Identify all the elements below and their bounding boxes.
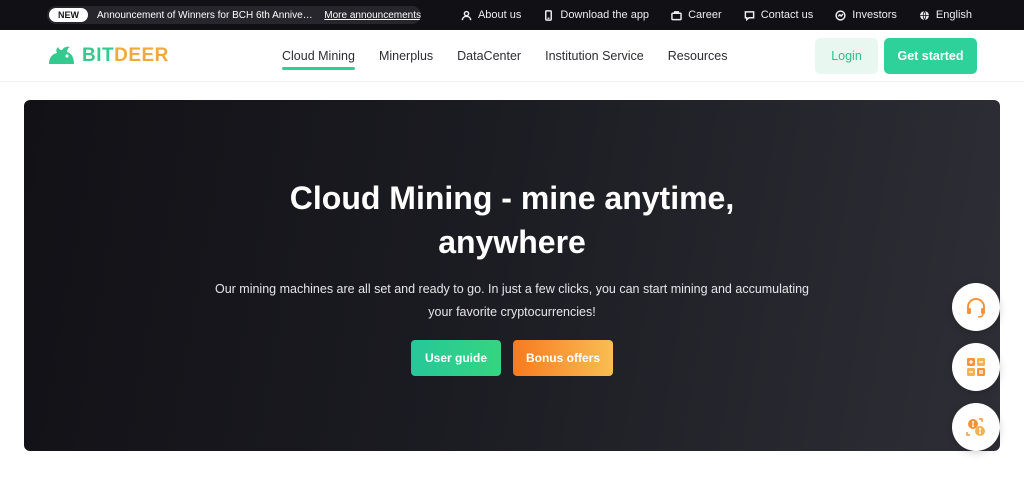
download-app-label: Download the app [560, 9, 650, 21]
login-button[interactable]: Login [815, 38, 878, 74]
announcement-text[interactable]: Announcement of Winners for BCH 6th Anni… [97, 10, 315, 21]
nav-institution-service[interactable]: Institution Service [545, 30, 644, 82]
exchange-float-button[interactable] [952, 403, 1000, 451]
exchange-icon [966, 418, 985, 436]
hero-banner: Cloud Mining - mine anytime, anywhere Ou… [24, 100, 1000, 451]
calculator-float-button[interactable] [952, 343, 1000, 391]
bonus-offers-button[interactable]: Bonus offers [513, 340, 613, 376]
investor-icon [835, 9, 846, 21]
career-link[interactable]: Career [671, 9, 722, 21]
get-started-button[interactable]: Get started [884, 38, 977, 74]
user-icon [461, 10, 472, 20]
download-app-link[interactable]: Download the app [543, 9, 649, 21]
logo-text-deer: DEER [114, 45, 169, 66]
main-menu: Cloud Mining Minerplus DataCenter Instit… [282, 30, 728, 82]
hero-title: Cloud Mining - mine anytime, anywhere [289, 180, 735, 260]
calculator-icon [967, 358, 985, 376]
top-announcement-bar: NEW Announcement of Winners for BCH 6th … [0, 0, 1024, 30]
nav-cloud-mining[interactable]: Cloud Mining [282, 30, 355, 82]
briefcase-icon [671, 10, 682, 20]
phone-icon [545, 9, 553, 21]
about-us-link[interactable]: About us [461, 9, 521, 21]
career-label: Career [688, 9, 722, 21]
announcement-ticker[interactable]: NEW Announcement of Winners for BCH 6th … [47, 6, 421, 24]
top-links: About us Download the app Career Contact… [461, 0, 972, 30]
chat-icon [744, 10, 755, 21]
about-us-label: About us [477, 9, 522, 21]
deer-logo-icon [49, 46, 74, 64]
new-badge: NEW [49, 8, 88, 22]
headset-icon [967, 298, 985, 318]
support-float-button[interactable] [952, 283, 1000, 331]
nav-resources[interactable]: Resources [668, 30, 728, 82]
investors-link[interactable]: Investors [835, 9, 897, 21]
language-label: English [935, 9, 972, 21]
logo-text-bit: BIT [82, 45, 115, 66]
bitdeer-logo[interactable]: BITDEER [46, 44, 169, 68]
nav-minerplus[interactable]: Minerplus [379, 30, 433, 82]
user-guide-button[interactable]: User guide [411, 340, 501, 376]
contact-us-label: Contact us [760, 9, 814, 21]
investors-label: Investors [852, 9, 897, 21]
language-selector[interactable]: English [919, 9, 972, 21]
contact-us-link[interactable]: Contact us [744, 9, 814, 21]
globe-icon [920, 10, 929, 20]
more-announcements-link[interactable]: More announcements [324, 10, 421, 21]
main-navigation: BITDEER Cloud Mining Minerplus DataCente… [0, 30, 1024, 82]
nav-datacenter[interactable]: DataCenter [457, 30, 521, 82]
hero-subtitle: Our mining machines are all set and read… [214, 282, 810, 319]
